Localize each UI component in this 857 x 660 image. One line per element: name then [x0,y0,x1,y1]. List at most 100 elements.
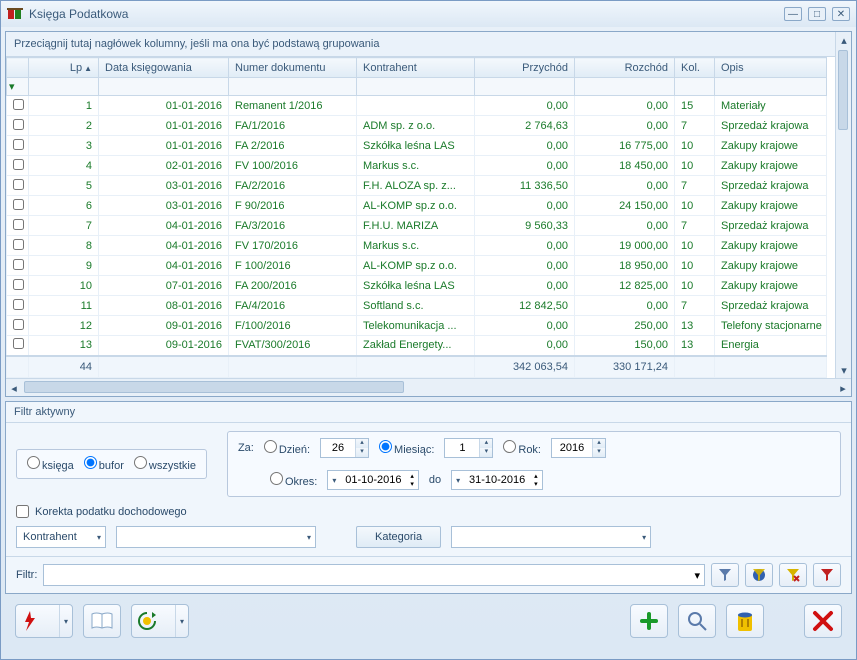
table-row[interactable]: 402-01-2016FV 100/2016Markus s.c.0,0018 … [7,156,827,176]
close-button[interactable]: ✕ [832,7,850,21]
table-row[interactable]: 101-01-2016Remanent 1/20160,000,0015Mate… [7,96,827,116]
scroll-up-icon[interactable]: ▴ [836,32,852,48]
maximize-button[interactable]: □ [808,7,826,21]
cell-przychod: 0,00 [475,236,575,256]
dzien-spinner[interactable]: ▴▾ [320,438,369,458]
col-lp[interactable]: Lp▲ [29,58,99,78]
search-button[interactable] [678,604,716,638]
delete-button[interactable] [726,604,764,638]
row-checkbox[interactable] [7,316,29,336]
save-filter-button[interactable] [813,563,841,587]
table-row[interactable]: 1309-01-2016FVAT/300/2016Zakład Energety… [7,336,827,356]
hscroll-thumb[interactable] [24,381,404,393]
row-checkbox[interactable] [7,216,29,236]
radio-miesiac[interactable]: Miesiąc: [379,440,434,456]
spin-down-icon[interactable]: ▾ [593,448,605,457]
auto-filter-row: ▾ [7,78,827,96]
filter-builder-button[interactable] [745,563,773,587]
radio-dzien[interactable]: Dzień: [264,440,310,456]
col-numer[interactable]: Numer dokumentu [229,58,357,78]
row-checkbox[interactable] [7,276,29,296]
col-kol[interactable]: Kol. [675,58,715,78]
spin-up-icon[interactable]: ▴ [593,439,605,448]
cell-kontrahent: Markus s.c. [357,236,475,256]
row-checkbox[interactable] [7,116,29,136]
cell-numer: F 100/2016 [229,256,357,276]
table-row[interactable]: 201-01-2016FA/1/2016ADM sp. z o.o.2 764,… [7,116,827,136]
cell-przychod: 0,00 [475,96,575,116]
col-opis[interactable]: Opis [715,58,827,78]
cell-opis: Energia [715,336,827,356]
horizontal-scrollbar[interactable]: ◂ ▸ [6,378,851,396]
row-checkbox[interactable] [7,156,29,176]
spin-up-icon[interactable]: ▴ [480,439,492,448]
radio-bufor[interactable]: bufor [84,456,124,472]
kontrahent-value-combo[interactable]: ▾ [116,526,316,548]
kategoria-button[interactable]: Kategoria [356,526,441,548]
table-row[interactable]: 804-01-2016FV 170/2016Markus s.c.0,0019 … [7,236,827,256]
col-rozchod[interactable]: Rozchód [575,58,675,78]
minimize-button[interactable]: — [784,7,802,21]
miesiac-spinner[interactable]: ▴▾ [444,438,493,458]
table-row[interactable]: 1108-01-2016FA/4/2016Softland s.c.12 842… [7,296,827,316]
radio-wszystkie[interactable]: wszystkie [134,456,196,472]
row-checkbox[interactable] [7,176,29,196]
kontrahent-combo[interactable]: Kontrahent▾ [16,526,106,548]
table-row[interactable]: 1007-01-2016FA 200/2016Szkółka leśna LAS… [7,276,827,296]
filter-row-icon[interactable]: ▾ [7,78,29,96]
chevron-down-icon: ▾ [694,569,700,582]
row-checkbox[interactable] [7,336,29,356]
close-action-button[interactable] [804,604,842,638]
vscroll-thumb[interactable] [838,50,848,130]
table-row[interactable]: 1209-01-2016F/100/2016Telekomunikacja ..… [7,316,827,336]
table-row[interactable]: 301-01-2016FA 2/2016Szkółka leśna LAS0,0… [7,136,827,156]
filtr-expression-combo[interactable]: ▾ [43,564,705,586]
cell-kol: 10 [675,196,715,216]
spin-up-icon[interactable]: ▴ [356,439,368,448]
radio-rok[interactable]: Rok: [503,440,541,456]
rok-spinner[interactable]: ▴▾ [551,438,606,458]
radio-okres[interactable]: Okres: [270,472,317,488]
vertical-scrollbar[interactable]: ▴ ▾ [835,32,851,378]
col-data[interactable]: Data księgowania [99,58,229,78]
group-by-hint[interactable]: Przeciągnij tutaj nagłówek kolumny, jeśl… [6,32,851,57]
dzien-input[interactable] [321,439,355,457]
table-row[interactable]: 904-01-2016F 100/2016AL-KOMP sp.z o.o.0,… [7,256,827,276]
date-from-input[interactable]: ▾▴▾ [327,470,419,490]
scroll-down-icon[interactable]: ▾ [836,362,852,378]
cell-kol: 15 [675,96,715,116]
flash-action-button[interactable]: ▾ [15,604,73,638]
radio-ksiega[interactable]: księga [27,456,74,472]
korekta-checkbox[interactable] [16,505,29,518]
table-row[interactable]: 503-01-2016FA/2/2016F.H. ALOZA sp. z...1… [7,176,827,196]
table-row[interactable]: 704-01-2016FA/3/2016F.H.U. MARIZA9 560,3… [7,216,827,236]
spin-down-icon[interactable]: ▾ [356,448,368,457]
col-kontrahent[interactable]: Kontrahent [357,58,475,78]
scroll-left-icon[interactable]: ◂ [6,379,22,397]
spin-down-icon[interactable]: ▾ [480,448,492,457]
cell-opis: Zakupy krajowe [715,256,827,276]
row-checkbox[interactable] [7,236,29,256]
cell-data: 03-01-2016 [99,176,229,196]
cell-kontrahent: Markus s.c. [357,156,475,176]
miesiac-input[interactable] [445,439,479,457]
book-action-button[interactable] [83,604,121,638]
apply-filter-button[interactable] [711,563,739,587]
row-checkbox[interactable] [7,196,29,216]
table-row[interactable]: 603-01-2016F 90/2016AL-KOMP sp.z o.o.0,0… [7,196,827,216]
row-checkbox[interactable] [7,256,29,276]
cell-lp: 10 [29,276,99,296]
scroll-right-icon[interactable]: ▸ [835,379,851,397]
refresh-action-button[interactable]: ▾ [131,604,189,638]
cell-rozchod: 12 825,00 [575,276,675,296]
rok-input[interactable] [552,439,592,457]
row-checkbox[interactable] [7,136,29,156]
row-checkbox[interactable] [7,96,29,116]
clear-filter-button[interactable] [779,563,807,587]
kategoria-value-combo[interactable]: ▾ [451,526,651,548]
col-przychod[interactable]: Przychód [475,58,575,78]
row-checkbox[interactable] [7,296,29,316]
date-to-input[interactable]: ▾▴▾ [451,470,543,490]
add-button[interactable] [630,604,668,638]
col-checkbox[interactable] [7,58,29,78]
